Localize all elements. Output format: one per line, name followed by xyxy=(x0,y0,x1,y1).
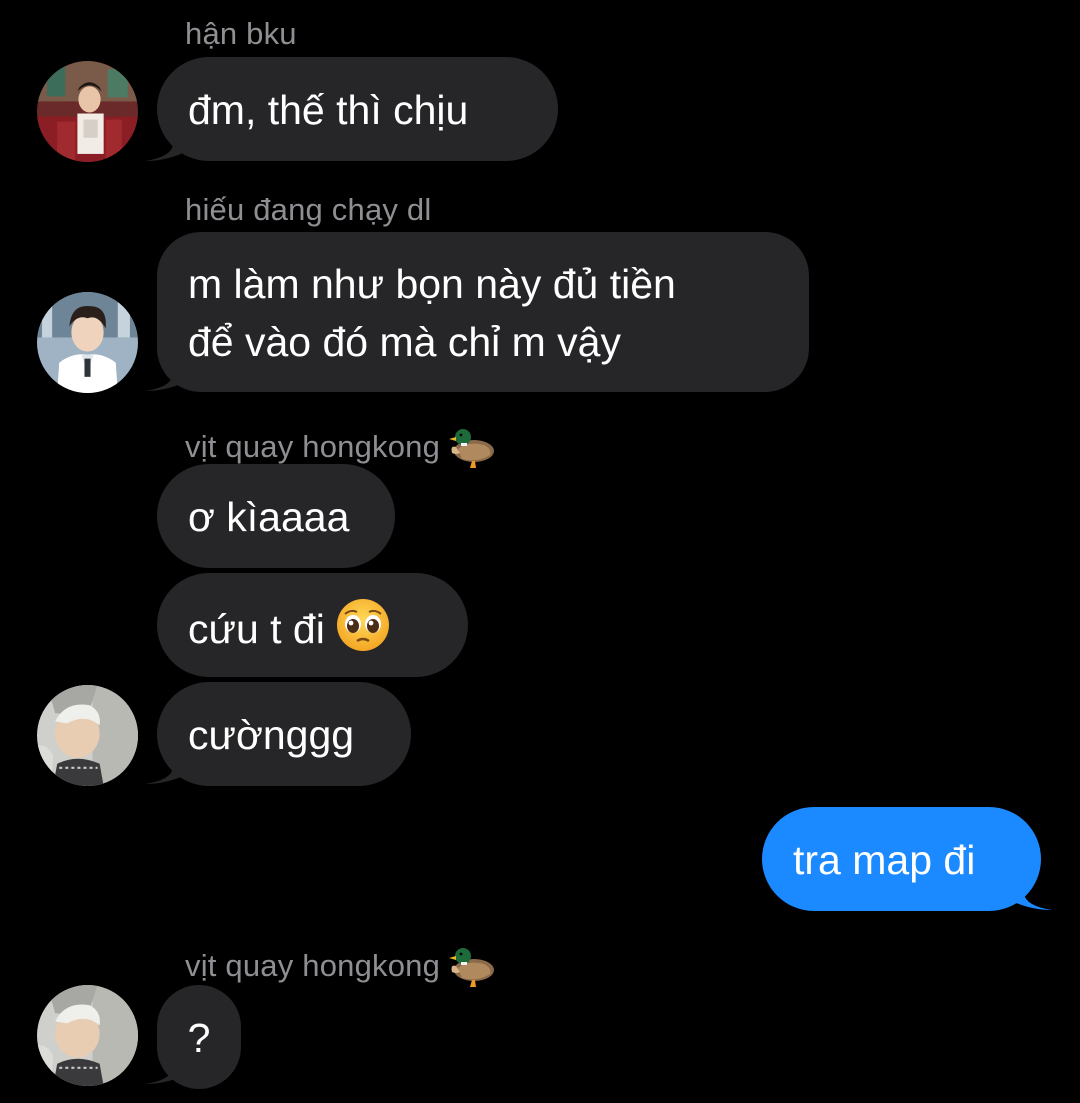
avatar[interactable] xyxy=(37,985,138,1086)
message-bubble[interactable]: ơ kìaaaa xyxy=(157,464,395,568)
duck-icon xyxy=(449,948,495,987)
avatar[interactable] xyxy=(37,61,138,162)
message-text: cườnggg xyxy=(188,712,355,758)
avatar-photo-icon xyxy=(37,985,138,1086)
sender-name-text: vịt quay hongkong xyxy=(185,429,441,464)
message-text: ơ kìaaaa xyxy=(188,494,350,540)
message-bubble-outgoing[interactable]: tra map đi xyxy=(762,807,1041,911)
message-bubble[interactable]: cườnggg xyxy=(157,682,411,786)
avatar-photo-icon xyxy=(37,61,138,162)
message-text-line: để vào đó mà chỉ m vậy xyxy=(188,319,621,365)
sender-name: vịt quay hongkong xyxy=(185,942,498,988)
sender-name: vịt quay hongkong xyxy=(185,423,498,469)
message-bubble[interactable]: ? xyxy=(157,985,241,1089)
sender-name: hận bku xyxy=(185,16,297,51)
avatar-photo-icon xyxy=(37,685,138,786)
avatar[interactable] xyxy=(37,292,138,393)
message-text: đm, thế thì chịu xyxy=(188,87,469,133)
message-bubble[interactable]: đm, thế thì chịu xyxy=(157,57,558,161)
sender-name: hiếu đang chạy dl xyxy=(185,192,432,227)
message-bubble[interactable]: m làm như bọn này đủ tiền để vào đó mà c… xyxy=(157,232,809,392)
avatar[interactable] xyxy=(37,685,138,786)
message-text: cứu t đi xyxy=(188,606,325,652)
message-text: tra map đi xyxy=(793,837,976,883)
pleading-face-icon xyxy=(336,599,389,651)
message-text-line: m làm như bọn này đủ tiền xyxy=(188,261,676,307)
message-text: ? xyxy=(187,1015,211,1061)
sender-name-text: vịt quay hongkong xyxy=(185,948,441,983)
avatar-photo-icon xyxy=(37,292,138,393)
duck-icon xyxy=(449,429,495,468)
message-bubble[interactable]: cứu t đi xyxy=(157,573,468,677)
